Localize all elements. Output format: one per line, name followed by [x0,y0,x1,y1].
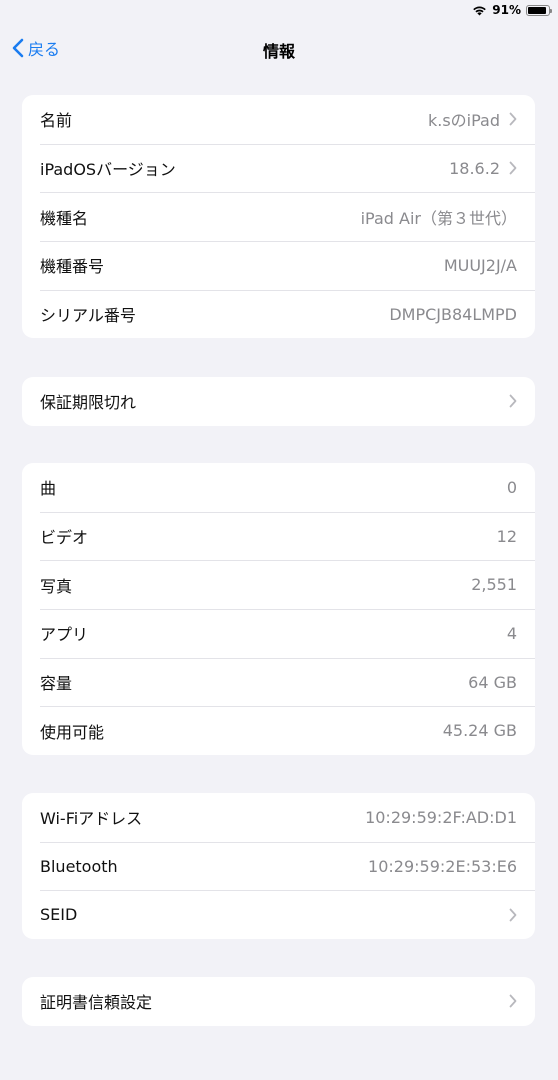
row-value: DMPCJB84LMPD [389,304,517,324]
row-value: k.sのiPad [427,111,500,131]
row-value: 64 GB [468,672,517,692]
row-model-name: 機種名 iPad Air（第３世代） [22,192,535,241]
row-value: MUUJ2J/A [443,255,517,275]
row-capacity: 容量 64 GB [22,657,535,707]
row-songs: 曲 0 [22,463,535,512]
row-value: 0 [506,477,517,497]
row-label: アプリ [40,625,89,645]
row-seid[interactable]: SEID [22,890,535,939]
page-title: 情報 [262,42,295,61]
row-value: iPad Air（第３世代） [360,208,517,228]
row-label: 機種名 [40,208,89,228]
row-serial-number: シリアル番号 DMPCJB84LMPD [22,289,535,339]
row-label: 名前 [40,111,73,131]
row-label: 使用可能 [40,722,105,742]
battery-percent: 91% [492,3,521,17]
row-bluetooth: Bluetooth 10:29:59:2E:53:E6 [22,841,535,891]
row-value: 18.6.2 [449,158,500,178]
media-storage-group: 曲 0 ビデオ 12 写真 2,551 アプリ 4 容量 64 GB 使用可能 … [22,463,535,756]
row-value: 10:29:59:2E:53:E6 [368,856,517,876]
row-apps: アプリ 4 [22,609,535,658]
chevron-right-icon [509,112,517,126]
row-value: 45.24 GB [442,721,517,741]
certificate-group: 証明書信頼設定 [22,977,535,1026]
row-photos: 写真 2,551 [22,560,535,609]
row-warranty[interactable]: 保証期限切れ [22,377,535,426]
device-info-group: 名前 k.sのiPad iPadOSバージョン 18.6.2 機種名 iPad … [22,95,535,339]
nav-bar: 戻る 情報 [0,30,558,70]
row-certificate-trust[interactable]: 証明書信頼設定 [22,977,535,1026]
chevron-right-icon [509,394,517,408]
battery-icon [526,4,552,16]
row-value: 12 [496,526,517,546]
row-wifi-address: Wi-Fiアドレス 10:29:59:2F:AD:D1 [22,793,535,842]
row-label: Wi-Fiアドレス [40,809,143,829]
row-label: Bluetooth [40,856,118,876]
status-indicators: 91% [472,3,552,17]
row-value: 10:29:59:2F:AD:D1 [365,807,517,827]
row-label: ビデオ [40,528,89,548]
row-label: 証明書信頼設定 [40,993,153,1013]
row-videos: ビデオ 12 [22,511,535,561]
warranty-group: 保証期限切れ [22,377,535,426]
row-os-version[interactable]: iPadOSバージョン 18.6.2 [22,143,535,193]
row-label: 保証期限切れ [40,393,137,413]
row-name[interactable]: 名前 k.sのiPad [22,95,535,144]
row-label: 機種番号 [40,257,105,277]
wifi-icon [473,6,487,15]
chevron-right-icon [509,161,517,175]
status-bar: 91% [0,0,558,22]
row-label: iPadOSバージョン [40,160,176,180]
row-label: 曲 [40,479,57,499]
row-label: 容量 [40,674,73,694]
row-label: シリアル番号 [40,306,136,326]
row-label: SEID [40,905,78,925]
row-model-number[interactable]: 機種番号 MUUJ2J/A [22,241,535,290]
network-group: Wi-Fiアドレス 10:29:59:2F:AD:D1 Bluetooth 10… [22,793,535,940]
row-value: 2,551 [471,575,517,595]
chevron-right-icon [509,908,517,922]
row-available: 使用可能 45.24 GB [22,706,535,755]
battery-fill [528,6,547,14]
row-value: 4 [506,623,517,643]
chevron-right-icon [509,994,517,1008]
row-label: 写真 [40,576,73,596]
